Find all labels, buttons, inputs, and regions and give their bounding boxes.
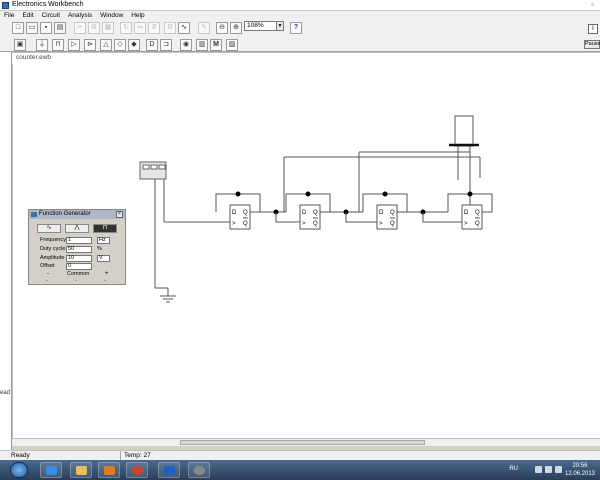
title-bar: Electronics Workbench ▫ bbox=[0, 0, 600, 11]
common-terminal[interactable]: ◦ bbox=[75, 278, 77, 284]
save-icon[interactable]: ▪ bbox=[40, 22, 52, 34]
plus-terminal[interactable]: ◦ bbox=[104, 278, 106, 284]
frequency-field[interactable]: 1 bbox=[66, 237, 92, 244]
taskbar-media-icon[interactable] bbox=[98, 462, 120, 478]
amplitude-unit-select[interactable]: V bbox=[97, 255, 110, 262]
taskbar-app-icon[interactable] bbox=[188, 462, 210, 478]
window-title: Electronics Workbench bbox=[12, 1, 84, 8]
new-file-icon[interactable]: □ bbox=[12, 22, 24, 34]
help-button[interactable]: ? bbox=[290, 22, 302, 34]
misc-bin-icon[interactable]: M bbox=[210, 39, 222, 51]
clock-time: 20:56 bbox=[572, 463, 588, 469]
open-folder-icon[interactable]: ▭ bbox=[26, 22, 38, 34]
common-terminal-label: Common bbox=[67, 271, 90, 277]
digital-ics-bin-icon[interactable]: ◆ bbox=[128, 39, 140, 51]
window-menu-button[interactable]: ▫ bbox=[591, 0, 594, 9]
status-bar: Ready Temp: 27 bbox=[0, 450, 600, 461]
zoom-in-icon[interactable]: ⊕ bbox=[230, 22, 242, 34]
amplitude-label: Amplitude bbox=[40, 255, 65, 261]
digital-bin-icon[interactable]: ⊐ bbox=[160, 39, 172, 51]
copy-icon[interactable]: ⧉ bbox=[88, 22, 100, 34]
horizontal-scrollbar[interactable] bbox=[12, 438, 600, 446]
language-indicator[interactable]: RU bbox=[509, 466, 518, 472]
zoom-out-icon[interactable]: ⊖ bbox=[216, 22, 228, 34]
diodes-bin-icon[interactable]: ▷ bbox=[68, 39, 80, 51]
controls-bin-icon[interactable]: ▥ bbox=[196, 39, 208, 51]
flag-icon[interactable] bbox=[555, 466, 562, 473]
network-icon[interactable] bbox=[535, 466, 542, 473]
frequency-label: Frequency bbox=[40, 237, 66, 243]
menu-bar: File Edit Circuit Analysis Window Help bbox=[0, 11, 600, 20]
taskbar-ie-icon[interactable] bbox=[40, 462, 62, 478]
instrument-icon bbox=[31, 212, 37, 217]
triangle-wave-button[interactable]: ⋀ bbox=[65, 224, 89, 233]
pause-button[interactable]: Pause bbox=[584, 40, 600, 49]
minus-terminal[interactable]: ◦ bbox=[46, 278, 48, 284]
zoom-value: 108% bbox=[247, 22, 264, 29]
rotate-icon[interactable]: ↻ bbox=[120, 22, 132, 34]
menu-analysis[interactable]: Analysis bbox=[68, 11, 92, 20]
analog-ics-bin-icon[interactable]: △ bbox=[100, 39, 112, 51]
logic-gates-bin-icon[interactable]: D bbox=[146, 39, 158, 51]
start-button[interactable] bbox=[10, 462, 28, 478]
instruments-bin-icon[interactable]: ▨ bbox=[226, 39, 238, 51]
plus-terminal-label: + bbox=[105, 271, 109, 277]
scrollbar-thumb[interactable] bbox=[180, 440, 425, 445]
mixed-ics-bin-icon[interactable]: ◇ bbox=[114, 39, 126, 51]
cut-icon[interactable]: ✂ bbox=[74, 22, 86, 34]
print-icon[interactable]: ▤ bbox=[54, 22, 66, 34]
indicators-bin-icon[interactable]: ◉ bbox=[180, 39, 192, 51]
transistors-bin-icon[interactable]: ⊳ bbox=[84, 39, 96, 51]
offset-field[interactable]: 0 bbox=[66, 263, 92, 270]
zoom-select[interactable]: 108% ▼ bbox=[244, 21, 284, 31]
app-icon bbox=[2, 2, 9, 9]
minus-terminal-label: - bbox=[47, 271, 49, 277]
menu-window[interactable]: Window bbox=[100, 11, 123, 20]
side-label: ead bbox=[0, 390, 11, 396]
function-generator-titlebar[interactable]: Function Generator × bbox=[29, 210, 125, 219]
offset-label: Offset bbox=[40, 263, 55, 269]
basic-bin-icon[interactable]: ⊓ bbox=[52, 39, 64, 51]
duty-cycle-unit: % bbox=[97, 246, 102, 252]
graph-icon[interactable]: ∿ bbox=[178, 22, 190, 34]
square-wave-button[interactable]: ⊓ bbox=[93, 224, 117, 233]
document-tab[interactable]: counter.ewb bbox=[12, 52, 600, 64]
menu-edit[interactable]: Edit bbox=[22, 11, 33, 20]
taskbar: RU 20:56 12.06.2013 bbox=[0, 460, 600, 480]
flip-vertical-icon[interactable]: ⇵ bbox=[148, 22, 160, 34]
subcircuit-icon[interactable]: ✎ bbox=[198, 22, 210, 34]
menu-help[interactable]: Help bbox=[131, 11, 144, 20]
frequency-unit-select[interactable]: Hz bbox=[97, 237, 110, 244]
paste-icon[interactable]: ▦ bbox=[102, 22, 114, 34]
duty-cycle-field[interactable]: 50 bbox=[66, 246, 92, 253]
sine-wave-button[interactable]: ∿ bbox=[37, 224, 61, 233]
clock-date: 12.06.2013 bbox=[564, 471, 596, 477]
document-name: counter.ewb bbox=[16, 54, 52, 61]
taskbar-folder-icon[interactable] bbox=[70, 462, 92, 478]
component-properties-icon[interactable]: ⚙ bbox=[164, 22, 176, 34]
amplitude-field[interactable]: 10 bbox=[66, 255, 92, 262]
close-icon[interactable]: × bbox=[116, 211, 123, 218]
favorites-bin-icon[interactable]: ▣ bbox=[14, 39, 26, 51]
taskbar-chrome-icon[interactable] bbox=[126, 462, 148, 478]
chevron-down-icon[interactable]: ▼ bbox=[276, 22, 283, 30]
duty-cycle-label: Duty cycle bbox=[40, 246, 66, 252]
taskbar-ewb-icon[interactable] bbox=[158, 462, 180, 478]
power-switch-icon[interactable]: I bbox=[588, 24, 598, 34]
menu-file[interactable]: File bbox=[4, 11, 14, 20]
function-generator-title: Function Generator bbox=[39, 211, 91, 217]
sources-bin-icon[interactable]: ⏚ bbox=[36, 39, 48, 51]
clock[interactable]: 20:56 12.06.2013 bbox=[564, 462, 596, 478]
function-generator-window[interactable]: Function Generator × ∿ ⋀ ⊓ Frequency 1 H… bbox=[28, 209, 126, 285]
volume-icon[interactable] bbox=[545, 466, 552, 473]
menu-circuit[interactable]: Circuit bbox=[42, 11, 60, 20]
flip-horizontal-icon[interactable]: ⇋ bbox=[134, 22, 146, 34]
